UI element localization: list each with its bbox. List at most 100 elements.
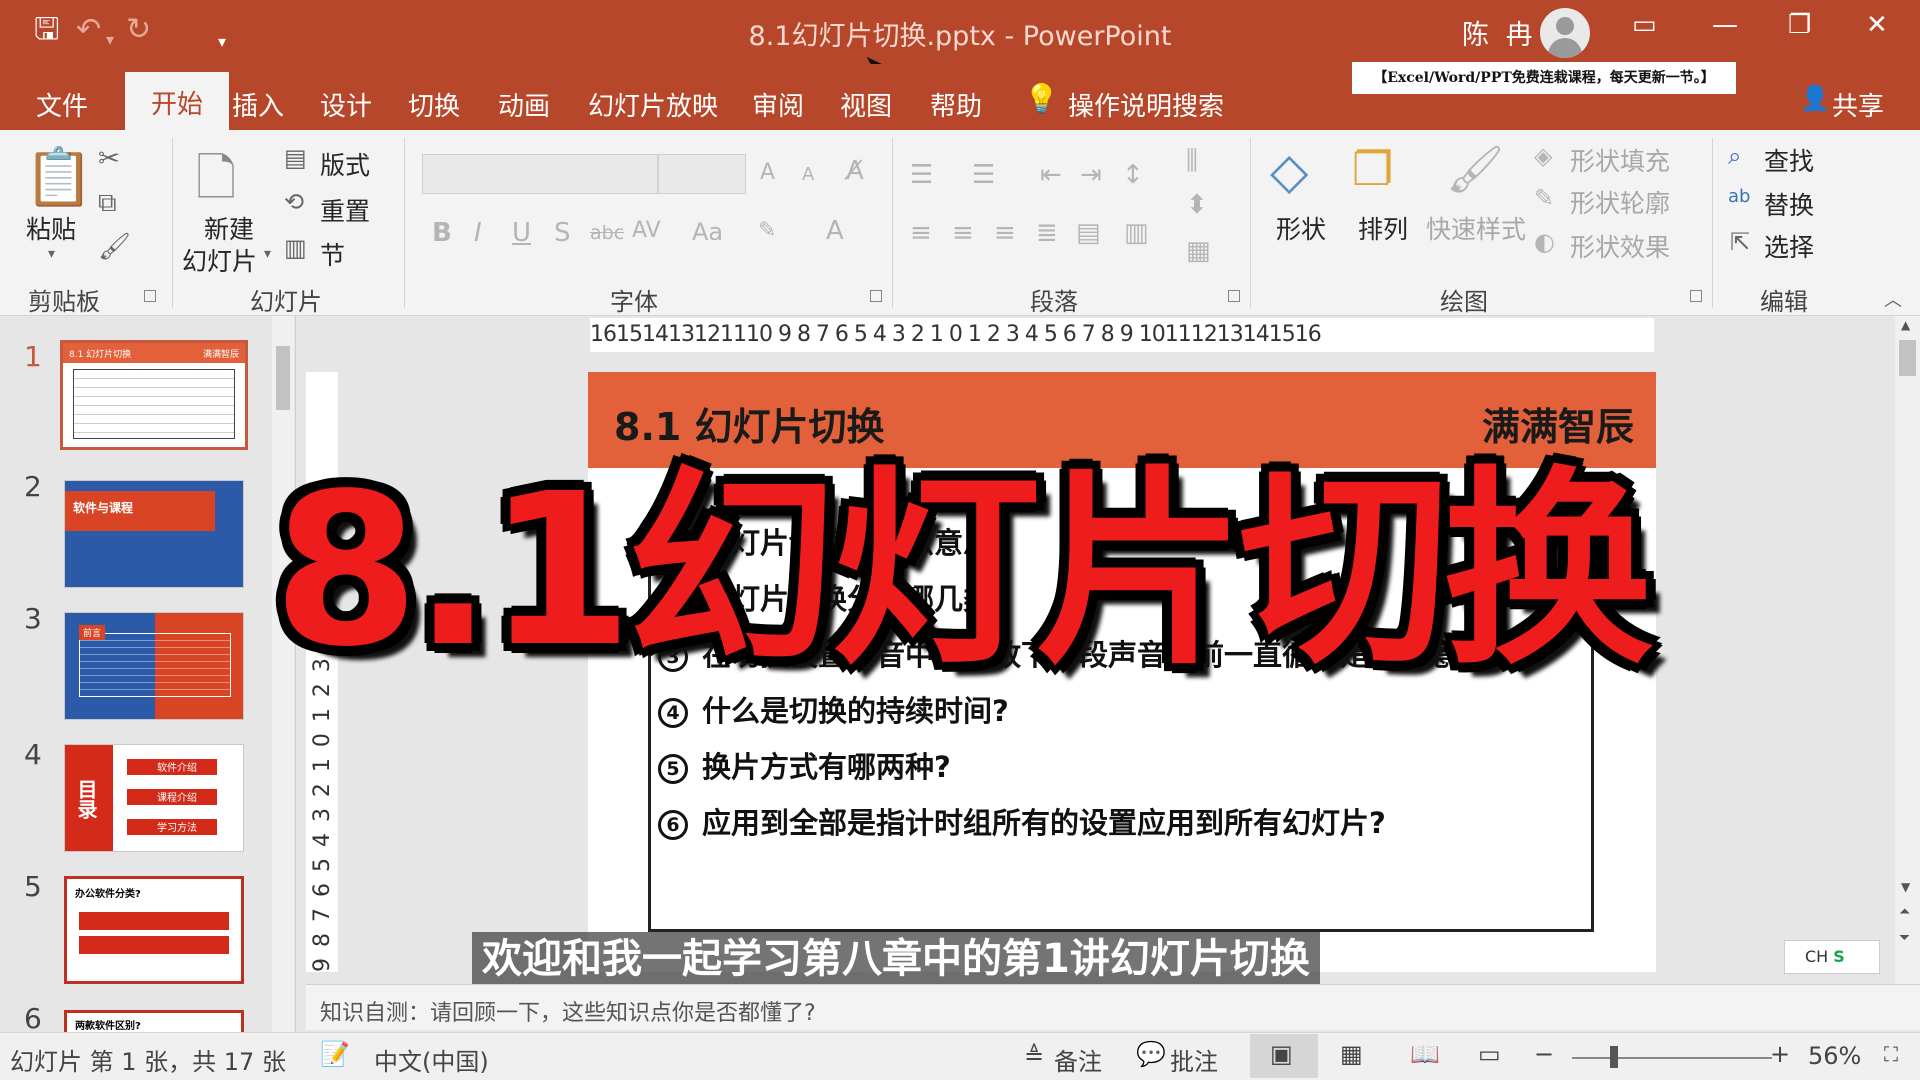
align-center-icon[interactable]: ≡ bbox=[952, 218, 974, 248]
paste-icon[interactable]: 📋 bbox=[24, 144, 94, 210]
collapse-ribbon-icon[interactable]: ︿ bbox=[1884, 286, 1902, 312]
shape-outline-icon[interactable]: ✎ bbox=[1534, 184, 1554, 212]
slideshow-icon[interactable]: ▭ bbox=[1478, 1040, 1501, 1068]
ime-indicator[interactable]: CH S bbox=[1784, 940, 1880, 974]
shadow-icon[interactable]: S bbox=[554, 218, 571, 248]
tab-help[interactable]: 帮助 bbox=[930, 86, 982, 123]
maximize-icon[interactable]: ❐ bbox=[1788, 10, 1811, 40]
quick-styles-button[interactable]: 快速样式 bbox=[1426, 210, 1526, 246]
reading-view-icon[interactable]: 📖 bbox=[1410, 1040, 1440, 1068]
phonetic-icon[interactable]: ✎ bbox=[758, 218, 776, 243]
shrink-font-icon[interactable]: A bbox=[802, 164, 814, 185]
paste-button[interactable]: 粘贴 bbox=[26, 210, 76, 246]
layout-button[interactable]: 版式 bbox=[320, 146, 370, 182]
tab-animations[interactable]: 动画 bbox=[498, 86, 550, 123]
cut-icon[interactable]: ✂ bbox=[98, 144, 120, 174]
drawing-launcher-icon[interactable] bbox=[1690, 290, 1702, 302]
increase-indent-icon[interactable]: ⇥ bbox=[1080, 160, 1102, 190]
char-spacing-icon[interactable]: AV bbox=[632, 218, 661, 243]
previous-slide-icon[interactable]: ⏶ bbox=[1899, 904, 1910, 920]
align-text-icon[interactable]: ⬍ bbox=[1186, 190, 1208, 220]
comments-button[interactable]: 批注 bbox=[1170, 1042, 1218, 1077]
italic-icon[interactable]: I bbox=[474, 218, 482, 248]
normal-view-icon[interactable]: ▣ bbox=[1270, 1040, 1293, 1068]
underline-icon[interactable]: U bbox=[512, 218, 531, 248]
zoom-out-icon[interactable]: − bbox=[1534, 1040, 1554, 1068]
shape-fill-icon[interactable]: ◈ bbox=[1534, 142, 1552, 170]
clipboard-launcher-icon[interactable] bbox=[144, 290, 156, 302]
arrange-button[interactable]: 排列 bbox=[1358, 210, 1408, 246]
tab-slideshow[interactable]: 幻灯片放映 bbox=[588, 86, 718, 123]
tab-file[interactable]: 文件 bbox=[36, 86, 88, 123]
section-icon[interactable]: ▥ bbox=[284, 234, 307, 262]
tab-design[interactable]: 设计 bbox=[320, 86, 372, 123]
new-slide-label-2[interactable]: 幻灯片 bbox=[182, 242, 257, 278]
comments-icon[interactable]: 💬 bbox=[1136, 1040, 1166, 1068]
strikethrough-icon[interactable]: abc bbox=[590, 222, 624, 244]
language-indicator[interactable]: 中文(中国) bbox=[374, 1042, 489, 1077]
minimize-icon[interactable]: — bbox=[1712, 10, 1738, 40]
new-slide-label-1[interactable]: 新建 bbox=[204, 210, 254, 246]
tab-home[interactable]: 开始 bbox=[125, 72, 229, 132]
justify-icon[interactable]: ≣ bbox=[1036, 218, 1058, 248]
layout-icon[interactable]: ▤ bbox=[284, 144, 307, 172]
line-spacing-icon[interactable]: ↕ bbox=[1122, 160, 1144, 190]
select-button[interactable]: 选择 bbox=[1764, 228, 1814, 264]
replace-icon[interactable]: ab bbox=[1728, 186, 1750, 207]
decrease-indent-icon[interactable]: ⇤ bbox=[1040, 160, 1062, 190]
slide-thumbnail-4[interactable]: 目录 软件介绍 课程介绍 学习方法 bbox=[64, 744, 244, 852]
clear-format-icon[interactable]: A̸ bbox=[846, 156, 864, 186]
user-name[interactable]: 陈 冉 bbox=[1462, 13, 1537, 52]
tab-insert[interactable]: 插入 bbox=[232, 86, 284, 123]
zoom-level[interactable]: 56% bbox=[1808, 1042, 1861, 1070]
notes-text[interactable]: 知识自测：请回顾一下，这些知识点你是否都懂了? bbox=[320, 995, 816, 1027]
quick-styles-icon[interactable]: 🖌 bbox=[1446, 142, 1504, 197]
share-button[interactable]: 共享 bbox=[1832, 86, 1884, 123]
align-left-icon[interactable]: ≡ bbox=[910, 218, 932, 248]
slide-thumbnail-6[interactable]: 两款软件区别? bbox=[64, 1010, 244, 1032]
new-slide-dropdown-icon[interactable]: ▾ bbox=[264, 246, 271, 262]
tab-transitions[interactable]: 切换 bbox=[408, 86, 460, 123]
shape-effects-button[interactable]: 形状效果 bbox=[1570, 228, 1670, 264]
arrange-icon[interactable]: ❐ bbox=[1352, 142, 1393, 196]
lightbulb-icon[interactable]: 💡 bbox=[1024, 82, 1059, 115]
scroll-up-icon[interactable]: ▲ bbox=[1901, 318, 1910, 332]
question-item[interactable]: 6 应用到全部是指计时组所有的设置应用到所有幻灯片? bbox=[658, 800, 1386, 842]
slide-thumbnail-5[interactable]: 办公软件分类? bbox=[64, 876, 244, 984]
align-right-icon[interactable]: ≡ bbox=[994, 218, 1016, 248]
section-button[interactable]: 节 bbox=[320, 236, 345, 272]
bold-icon[interactable]: B bbox=[432, 218, 452, 248]
smartart-icon[interactable]: ▦ bbox=[1186, 236, 1211, 266]
next-slide-icon[interactable]: ⏷ bbox=[1899, 930, 1910, 946]
shapes-icon[interactable]: ◇ bbox=[1270, 142, 1308, 200]
canvas-scroll-thumb[interactable] bbox=[1899, 340, 1916, 376]
tab-review[interactable]: 审阅 bbox=[752, 86, 804, 123]
select-icon[interactable]: ⇱ bbox=[1730, 228, 1750, 256]
scroll-down-icon[interactable]: ▼ bbox=[1901, 880, 1910, 894]
find-icon[interactable]: ⌕ bbox=[1728, 142, 1741, 170]
fit-to-window-icon[interactable]: ⛶ bbox=[1884, 1042, 1898, 1066]
notes-pane[interactable]: 知识自测：请回顾一下，这些知识点你是否都懂了? bbox=[306, 984, 1920, 1030]
distribute-icon[interactable]: ▤ bbox=[1076, 218, 1101, 248]
shape-effects-icon[interactable]: ◐ bbox=[1534, 228, 1555, 256]
format-painter-icon[interactable]: 🖌 bbox=[98, 232, 131, 262]
font-color-icon[interactable]: A bbox=[826, 216, 844, 246]
zoom-slider[interactable] bbox=[1572, 1057, 1772, 1059]
share-icon[interactable]: 👤 bbox=[1800, 84, 1830, 112]
replace-button[interactable]: 替换 bbox=[1764, 186, 1814, 222]
copy-icon[interactable]: ⧉ bbox=[98, 188, 117, 219]
shape-fill-button[interactable]: 形状填充 bbox=[1570, 142, 1670, 178]
question-item[interactable]: 5 换片方式有哪两种? bbox=[658, 744, 951, 786]
spellcheck-icon[interactable]: 📝 bbox=[320, 1040, 350, 1068]
text-direction-icon[interactable]: ⫼ bbox=[1186, 146, 1198, 177]
bullets-icon[interactable]: ☰ bbox=[910, 160, 933, 190]
numbering-icon[interactable]: ☰ bbox=[972, 160, 995, 190]
find-button[interactable]: 查找 bbox=[1764, 142, 1814, 178]
notes-toggle-button[interactable]: 备注 bbox=[1054, 1042, 1102, 1077]
zoom-in-icon[interactable]: + bbox=[1770, 1040, 1790, 1068]
shapes-button[interactable]: 形状 bbox=[1276, 210, 1326, 246]
shape-outline-button[interactable]: 形状轮廓 bbox=[1570, 184, 1670, 220]
change-case-icon[interactable]: Aa bbox=[692, 218, 723, 246]
font-launcher-icon[interactable] bbox=[870, 290, 882, 302]
ribbon-display-options-icon[interactable]: ▭ bbox=[1632, 10, 1657, 40]
